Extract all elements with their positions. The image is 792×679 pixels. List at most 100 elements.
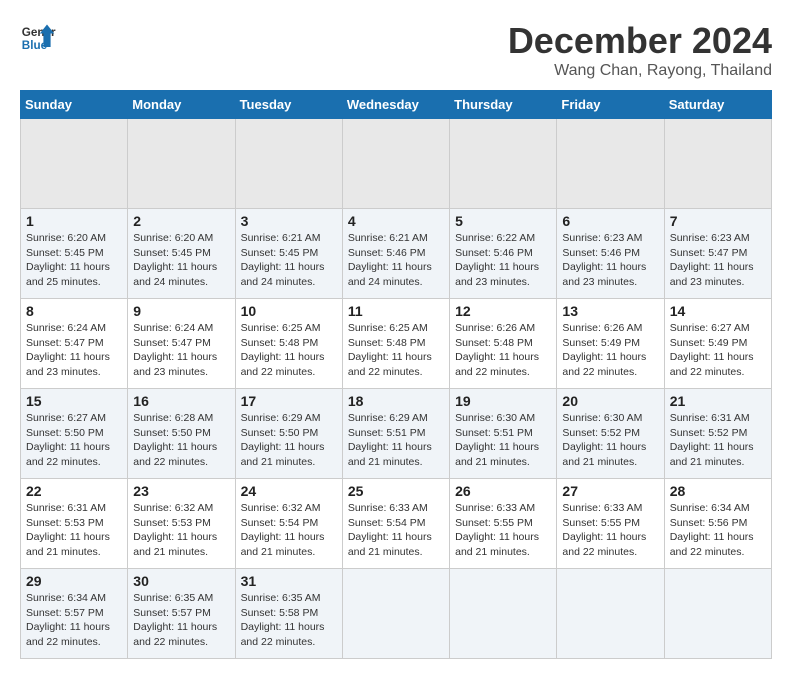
day-info: Sunrise: 6:22 AM Sunset: 5:46 PM Dayligh… [455,231,551,290]
day-info: Sunrise: 6:20 AM Sunset: 5:45 PM Dayligh… [133,231,229,290]
day-info: Sunrise: 6:25 AM Sunset: 5:48 PM Dayligh… [241,321,337,380]
calendar-cell: 4 Sunrise: 6:21 AM Sunset: 5:46 PM Daylig… [342,209,449,299]
day-info: Sunrise: 6:26 AM Sunset: 5:49 PM Dayligh… [562,321,658,380]
day-number: 21 [670,393,766,409]
calendar-cell: 3 Sunrise: 6:21 AM Sunset: 5:45 PM Daylig… [235,209,342,299]
day-info: Sunrise: 6:30 AM Sunset: 5:52 PM Dayligh… [562,411,658,470]
calendar-cell: 8Sunrise: 6:24 AM Sunset: 5:47 PM Daylig… [21,299,128,389]
calendar-cell: 13 Sunrise: 6:26 AM Sunset: 5:49 PM Dayli… [557,299,664,389]
calendar-cell [664,119,771,209]
calendar-cell: 16 Sunrise: 6:28 AM Sunset: 5:50 PM Dayli… [128,389,235,479]
day-info: Sunrise: 6:34 AM Sunset: 5:56 PM Dayligh… [670,501,766,560]
calendar-cell: 29Sunrise: 6:34 AM Sunset: 5:57 PM Dayli… [21,569,128,659]
weekday-header: Thursday [450,91,557,119]
calendar-cell: 9 Sunrise: 6:24 AM Sunset: 5:47 PM Daylig… [128,299,235,389]
calendar-cell: 15 Sunrise: 6:27 AM Sunset: 5:50 PM Dayli… [21,389,128,479]
day-info: Sunrise: 6:21 AM Sunset: 5:45 PM Dayligh… [241,231,337,290]
day-info: Sunrise: 6:28 AM Sunset: 5:50 PM Dayligh… [133,411,229,470]
day-info: Sunrise: 6:21 AM Sunset: 5:46 PM Dayligh… [348,231,444,290]
location-title: Wang Chan, Rayong, Thailand [508,62,772,80]
weekday-header: Tuesday [235,91,342,119]
day-info: Sunrise: 6:26 AM Sunset: 5:48 PM Dayligh… [455,321,551,380]
day-number: 14 [670,303,766,319]
day-info: Sunrise: 6:27 AM Sunset: 5:50 PM Dayligh… [26,411,122,470]
calendar-cell: 14 Sunrise: 6:27 AM Sunset: 5:49 PM Dayli… [664,299,771,389]
day-info: Sunrise: 6:31 AM Sunset: 5:52 PM Dayligh… [670,411,766,470]
title-area: December 2024 Wang Chan, Rayong, Thailan… [508,20,772,80]
day-number: 23 [133,483,229,499]
day-number: 4 [348,213,444,229]
day-info: Sunrise: 6:32 AM Sunset: 5:53 PM Dayligh… [133,501,229,560]
day-info: Sunrise: 6:20 AM Sunset: 5:45 PM Dayligh… [26,231,122,290]
calendar-cell [450,569,557,659]
calendar-cell: 22Sunrise: 6:31 AM Sunset: 5:53 PM Dayli… [21,479,128,569]
calendar-cell: 23 Sunrise: 6:32 AM Sunset: 5:53 PM Dayli… [128,479,235,569]
calendar-cell: 27Sunrise: 6:33 AM Sunset: 5:55 PM Dayli… [557,479,664,569]
calendar-cell [557,569,664,659]
day-number: 13 [562,303,658,319]
calendar-cell [342,119,449,209]
day-info: Sunrise: 6:24 AM Sunset: 5:47 PM Dayligh… [26,321,122,380]
weekday-header: Monday [128,91,235,119]
calendar-cell [21,119,128,209]
calendar-cell [128,119,235,209]
weekday-header: Saturday [664,91,771,119]
day-number: 31 [241,573,337,589]
day-info: Sunrise: 6:23 AM Sunset: 5:46 PM Dayligh… [562,231,658,290]
day-info: Sunrise: 6:33 AM Sunset: 5:55 PM Dayligh… [562,501,658,560]
day-info: Sunrise: 6:24 AM Sunset: 5:47 PM Dayligh… [133,321,229,380]
day-info: Sunrise: 6:33 AM Sunset: 5:55 PM Dayligh… [455,501,551,560]
day-info: Sunrise: 6:23 AM Sunset: 5:47 PM Dayligh… [670,231,766,290]
day-number: 3 [241,213,337,229]
calendar-cell: 28Sunrise: 6:34 AM Sunset: 5:56 PM Dayli… [664,479,771,569]
day-info: Sunrise: 6:34 AM Sunset: 5:57 PM Dayligh… [26,591,122,650]
day-info: Sunrise: 6:25 AM Sunset: 5:48 PM Dayligh… [348,321,444,380]
calendar-cell [450,119,557,209]
day-number: 15 [26,393,122,409]
day-number: 1 [26,213,122,229]
calendar-week-row: 1 Sunrise: 6:20 AM Sunset: 5:45 PM Daylig… [21,209,772,299]
day-number: 12 [455,303,551,319]
day-number: 2 [133,213,229,229]
page-header: General Blue December 2024 Wang Chan, Ra… [20,20,772,80]
day-info: Sunrise: 6:29 AM Sunset: 5:51 PM Dayligh… [348,411,444,470]
day-number: 11 [348,303,444,319]
day-number: 5 [455,213,551,229]
day-info: Sunrise: 6:35 AM Sunset: 5:58 PM Dayligh… [241,591,337,650]
calendar-cell [342,569,449,659]
day-info: Sunrise: 6:33 AM Sunset: 5:54 PM Dayligh… [348,501,444,560]
day-number: 22 [26,483,122,499]
calendar-cell: 24Sunrise: 6:32 AM Sunset: 5:54 PM Dayli… [235,479,342,569]
calendar-cell: 30Sunrise: 6:35 AM Sunset: 5:57 PM Dayli… [128,569,235,659]
day-number: 9 [133,303,229,319]
weekday-header: Wednesday [342,91,449,119]
calendar-cell [664,569,771,659]
calendar-cell: 19 Sunrise: 6:30 AM Sunset: 5:51 PM Dayli… [450,389,557,479]
calendar-week-row: 22Sunrise: 6:31 AM Sunset: 5:53 PM Dayli… [21,479,772,569]
day-number: 20 [562,393,658,409]
logo: General Blue [20,20,56,56]
calendar-cell [557,119,664,209]
day-info: Sunrise: 6:30 AM Sunset: 5:51 PM Dayligh… [455,411,551,470]
month-title: December 2024 [508,20,772,62]
logo-icon: General Blue [20,20,56,56]
calendar-cell: 6Sunrise: 6:23 AM Sunset: 5:46 PM Daylig… [557,209,664,299]
calendar-cell: 21 Sunrise: 6:31 AM Sunset: 5:52 PM Dayli… [664,389,771,479]
day-number: 30 [133,573,229,589]
calendar-week-row [21,119,772,209]
day-number: 16 [133,393,229,409]
calendar-cell: 11 Sunrise: 6:25 AM Sunset: 5:48 PM Dayli… [342,299,449,389]
calendar-week-row: 15 Sunrise: 6:27 AM Sunset: 5:50 PM Dayli… [21,389,772,479]
calendar-cell: 2 Sunrise: 6:20 AM Sunset: 5:45 PM Daylig… [128,209,235,299]
calendar-cell: 18 Sunrise: 6:29 AM Sunset: 5:51 PM Dayli… [342,389,449,479]
day-number: 18 [348,393,444,409]
day-info: Sunrise: 6:27 AM Sunset: 5:49 PM Dayligh… [670,321,766,380]
day-number: 10 [241,303,337,319]
calendar-cell: 10 Sunrise: 6:25 AM Sunset: 5:48 PM Dayli… [235,299,342,389]
day-number: 19 [455,393,551,409]
calendar-cell: 12 Sunrise: 6:26 AM Sunset: 5:48 PM Dayli… [450,299,557,389]
day-info: Sunrise: 6:29 AM Sunset: 5:50 PM Dayligh… [241,411,337,470]
weekday-header-row: SundayMondayTuesdayWednesdayThursdayFrid… [21,91,772,119]
day-number: 25 [348,483,444,499]
calendar-week-row: 29Sunrise: 6:34 AM Sunset: 5:57 PM Dayli… [21,569,772,659]
